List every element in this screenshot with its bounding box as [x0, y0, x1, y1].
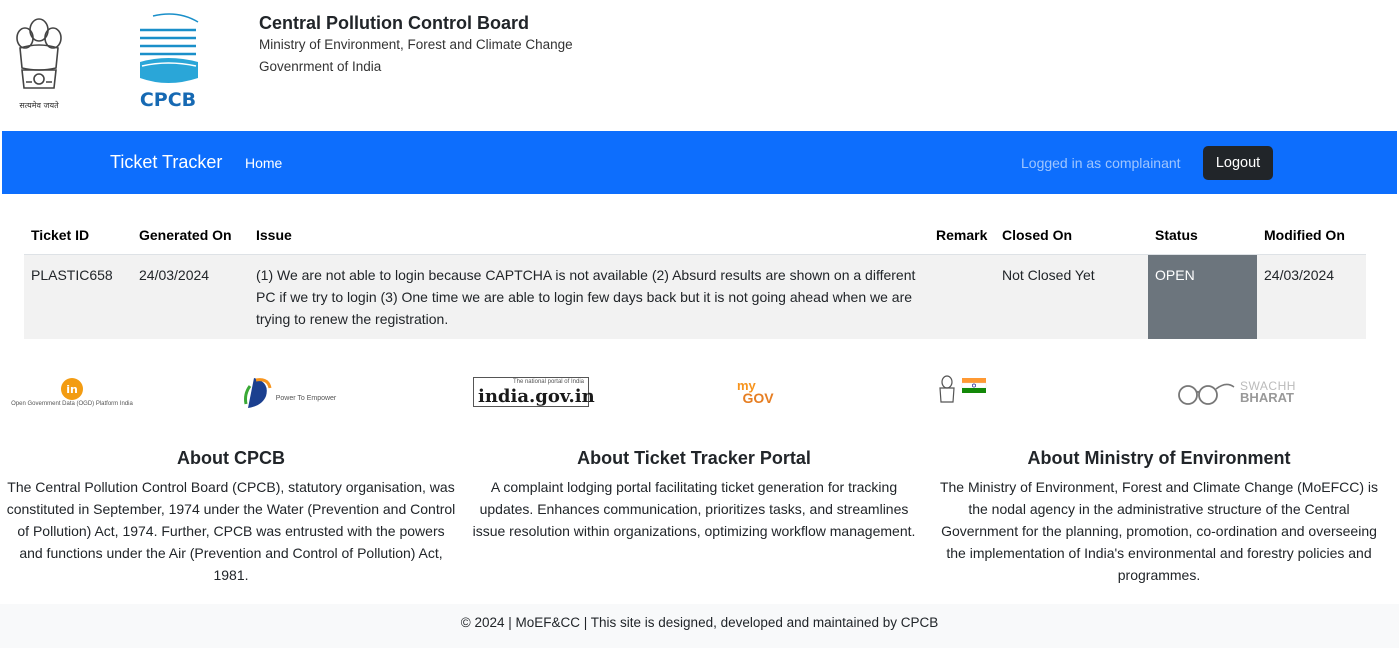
emblem-caption: सत्यमेव जयते	[19, 100, 59, 110]
cell-ticket-id: PLASTIC658	[24, 254, 132, 339]
digital-india-icon	[243, 378, 272, 408]
cell-remark	[929, 254, 995, 339]
col-header-generated-on: Generated On	[132, 216, 249, 255]
col-header-remark: Remark	[929, 216, 995, 255]
about-cpcb-title: About CPCB	[177, 448, 285, 468]
ogd-icon: in	[61, 378, 83, 400]
about-ministry-title: About Ministry of Environment	[1027, 448, 1291, 468]
mygov-logo[interactable]: my GOV	[737, 372, 779, 412]
cpcb-logo: CPCB	[128, 8, 206, 112]
ogd-logo[interactable]: in Open Government Data (OGD) Platform I…	[6, 372, 138, 412]
about-ministry-section: About Ministry of Environment The Minist…	[934, 446, 1384, 586]
ticket-table: Ticket ID Generated On Issue Remark Clos…	[24, 216, 1366, 339]
logout-button[interactable]: Logout	[1203, 146, 1273, 180]
nav-home-link[interactable]: Home	[245, 155, 282, 171]
india-gov-logo[interactable]: The national portal of India india.gov.i…	[473, 372, 595, 412]
cell-closed-on: Not Closed Yet	[995, 254, 1148, 339]
national-emblem-icon: सत्यमेव जयते	[10, 8, 68, 112]
bharat-label: BHARAT	[1240, 390, 1294, 405]
col-header-modified-on: Modified On	[1257, 216, 1366, 255]
digital-india-tagline: Power To Empower	[275, 394, 337, 402]
ogd-label: Open Government Data (OGD) Platform Indi…	[11, 401, 133, 407]
mygov-gov: GOV	[742, 390, 774, 406]
cell-issue: (1) We are not able to login because CAP…	[249, 254, 929, 339]
svg-text:in: in	[66, 383, 78, 396]
about-ministry-text: The Ministry of Environment, Forest and …	[939, 479, 1379, 583]
digital-india-logo[interactable]: Power To Empower	[234, 372, 344, 412]
col-header-issue: Issue	[249, 216, 929, 255]
footer-text: © 2024 | MoEF&CC | This site is designed…	[460, 615, 939, 630]
about-portal-title: About Ticket Tracker Portal	[577, 448, 811, 468]
table-header-row: Ticket ID Generated On Issue Remark Clos…	[24, 216, 1366, 255]
about-portal-text: A complaint lodging portal facilitating …	[472, 479, 916, 539]
emblem-flag-icon	[939, 375, 987, 403]
cpcb-logo-text: CPCB	[140, 89, 196, 111]
india-gov-tag: The national portal of India	[512, 379, 584, 385]
status-badge: OPEN	[1148, 254, 1257, 339]
col-header-closed-on: Closed On	[995, 216, 1148, 255]
navbar-brand[interactable]: Ticket Tracker	[110, 152, 222, 173]
col-header-status: Status	[1148, 216, 1257, 255]
site-header: सत्यमेव जयते CPCB Central Pollution Cont…	[0, 0, 1399, 131]
about-portal-section: About Ticket Tracker Portal A complaint …	[472, 446, 916, 542]
table-row[interactable]: PLASTIC658 24/03/2024 (1) We are not abl…	[24, 254, 1366, 339]
government-name: Govenrment of India	[259, 59, 382, 74]
logged-in-status: Logged in as complainant	[1021, 155, 1181, 171]
ministry-name: Ministry of Environment, Forest and Clim…	[259, 37, 573, 52]
india-gov-text: india.gov.in	[478, 386, 595, 407]
cell-modified-on: 24/03/2024	[1257, 254, 1366, 339]
about-cpcb-text: The Central Pollution Control Board (CPC…	[6, 479, 456, 583]
swachh-bharat-logo[interactable]: SWACHH BHARAT	[1170, 372, 1302, 412]
org-name: Central Pollution Control Board	[259, 13, 529, 33]
cell-generated-on: 24/03/2024	[132, 254, 249, 339]
moefcc-logo[interactable]	[936, 372, 988, 412]
about-cpcb-section: About CPCB The Central Pollution Control…	[6, 446, 456, 586]
col-header-ticket-id: Ticket ID	[24, 216, 132, 255]
gandhi-glasses-icon	[1178, 383, 1235, 405]
navbar: Ticket Tracker Home Logged in as complai…	[2, 131, 1397, 194]
site-footer: © 2024 | MoEF&CC | This site is designed…	[0, 604, 1399, 648]
org-info: Central Pollution Control Board Ministry…	[259, 12, 573, 78]
